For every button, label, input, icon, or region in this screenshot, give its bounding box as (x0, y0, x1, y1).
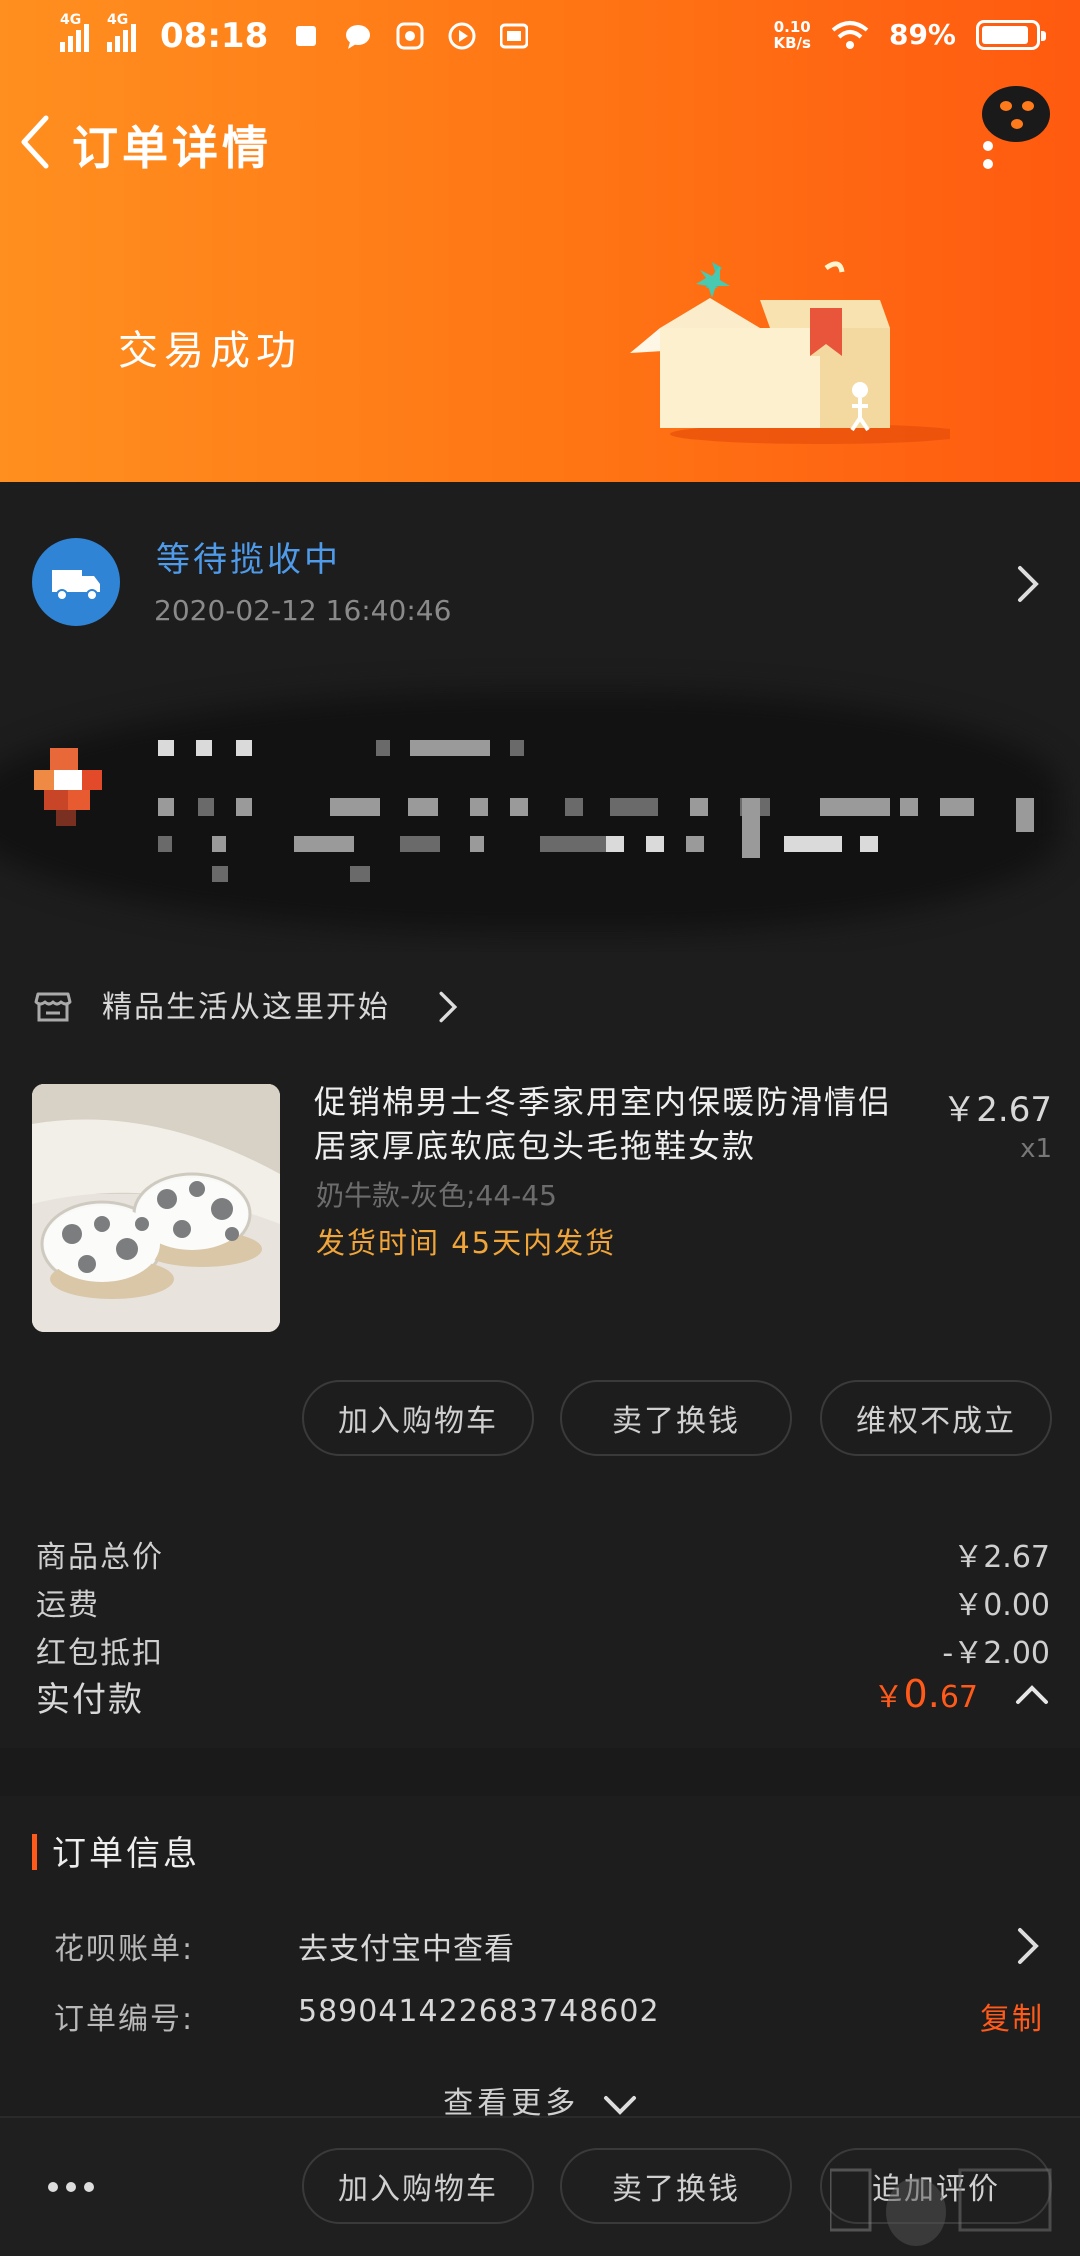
product-price: ￥2.67 (942, 1090, 1052, 1130)
shipping-address[interactable] (0, 652, 1080, 952)
logistics-row[interactable]: 等待揽收中 2020-02-12 16:40:46 (0, 482, 1080, 652)
chevron-right-icon (439, 991, 458, 1023)
product-image[interactable] (32, 1084, 280, 1332)
logistics-time: 2020-02-12 16:40:46 (154, 594, 452, 627)
rights-status-button[interactable]: 维权不成立 (820, 1380, 1052, 1456)
summary-value: ￥0.00 (953, 1588, 1050, 1623)
shop-icon (34, 992, 72, 1022)
back-arrow-icon[interactable] (14, 112, 62, 172)
paid-label: 实付款 (36, 1680, 144, 1720)
network-speed: 0.10 KB/s (773, 17, 811, 52)
summary-label: 商品总价 (36, 1540, 164, 1575)
product-ship-time: 发货时间 45天内发货 (316, 1226, 617, 1260)
paid-amount: ￥0.67 (873, 1672, 978, 1716)
bottom-action-bar: 加入购物车 卖了换钱 追加评价 (0, 2116, 1080, 2256)
battery-icon (976, 19, 1046, 50)
more-dots-icon[interactable] (46, 2180, 96, 2194)
signal-icon-2: 4G (107, 12, 136, 52)
resell-button[interactable]: 卖了换钱 (560, 2148, 792, 2224)
battery-percent: 89% (888, 18, 956, 51)
chevron-right-icon[interactable] (1014, 1926, 1042, 1966)
logistics-status: 等待揽收中 (156, 540, 341, 580)
app-badge-icon (396, 22, 424, 50)
summary-value: ￥2.67 (953, 1540, 1050, 1575)
section-marker (32, 1834, 37, 1870)
nav-bar: 订单详情 (0, 100, 1080, 180)
shop-name[interactable]: 精品生活从这里开始 (102, 982, 390, 1026)
order-number-label: 订单编号: (54, 2002, 195, 2037)
summary-label: 运费 (36, 1588, 100, 1623)
chat-bubble-icon (346, 25, 371, 49)
wifi-icon (831, 20, 869, 49)
summary-value: -￥2.00 (942, 1636, 1050, 1671)
summary-label: 红包抵扣 (36, 1636, 164, 1671)
clock: 08:18 (160, 16, 269, 56)
truck-icon (32, 538, 120, 626)
play-icon (448, 22, 476, 50)
more-menu-icon[interactable] (976, 84, 1056, 174)
status-bar: 4G 4G 08:18 0.10 KB/s 89% (0, 0, 1080, 72)
order-item-card: 精品生活从这里开始 促销棉男士冬季家用室内保暖防滑情侣居家厚底软底包头毛拖鞋女款… (0, 952, 1080, 1748)
add-to-cart-button[interactable]: 加入购物车 (302, 1380, 534, 1456)
resell-button[interactable]: 卖了换钱 (560, 1380, 792, 1456)
product-title[interactable]: 促销棉男士冬季家用室内保暖防滑情侣居家厚底软底包头毛拖鞋女款 (314, 1080, 914, 1168)
package-box-illustration (630, 261, 950, 444)
order-info-section: 订单信息 花呗账单: 去支付宝中查看 订单编号: 589041422683748… (0, 1796, 1080, 2121)
product-sku: 奶牛款-灰色;44-45 (316, 1179, 557, 1212)
add-to-cart-button[interactable]: 加入购物车 (302, 2148, 534, 2224)
summary-paid-row[interactable]: 实付款 ￥0.67 (36, 1672, 1050, 1722)
huabei-label: 花呗账单: (54, 1932, 195, 1967)
order-status-text: 交易成功 (118, 328, 302, 374)
order-number: 589041422683748602 (298, 1994, 660, 2029)
video-app-icon (500, 23, 529, 49)
location-pin-icon (34, 748, 102, 826)
chevron-up-icon[interactable] (1014, 1682, 1050, 1706)
watermark-logo (830, 2168, 1052, 2246)
section-title: 订单信息 (52, 1834, 200, 1874)
stop-icon (296, 26, 317, 46)
huabei-link[interactable]: 去支付宝中查看 (298, 1924, 515, 1968)
chevron-down-icon (603, 2095, 636, 2115)
page-title: 订单详情 (72, 121, 272, 175)
signal-icon: 4G (60, 12, 89, 52)
product-quantity: x1 (1020, 1134, 1052, 1164)
order-status-header: 4G 4G 08:18 0.10 KB/s 89% 订单详情 交易成功 (0, 0, 1080, 482)
copy-button[interactable]: 复制 (980, 1994, 1044, 2038)
chevron-right-icon (1018, 566, 1039, 602)
